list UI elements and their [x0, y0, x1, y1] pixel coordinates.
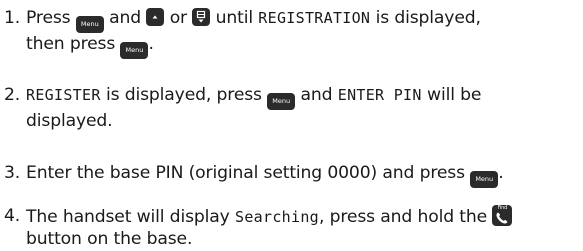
lcd-text: REGISTRATION: [258, 9, 371, 27]
text: The handset will display: [26, 207, 230, 227]
text: is displayed, press: [105, 85, 262, 105]
step-text: REGISTER is displayed, press Menu and EN…: [26, 84, 583, 132]
text: will be: [427, 85, 482, 105]
step-line: Enter the base PIN (original setting 000…: [26, 162, 583, 188]
step-line: button on the base.: [26, 228, 583, 250]
text: button on the base.: [26, 229, 193, 249]
lcd-text: REGISTER: [26, 86, 101, 104]
step-number: 4.: [4, 206, 21, 226]
step-text: The handset will display Searching, pres…: [26, 205, 583, 250]
text: .: [498, 163, 504, 183]
text: and: [109, 8, 142, 28]
menu-button-icon: Menu: [120, 42, 149, 59]
up-arrow-icon: [146, 8, 165, 26]
menu-button-icon: Menu: [75, 16, 104, 33]
text: displayed.: [26, 111, 113, 131]
step-line: REGISTER is displayed, press Menu and EN…: [26, 84, 583, 110]
step-line: displayed.: [26, 110, 583, 132]
instruction-steps: 1. Press Menu and or until REGISTRATION …: [0, 0, 583, 251]
text: .: [148, 34, 154, 54]
text: is displayed,: [375, 8, 481, 28]
text: Press: [26, 8, 71, 28]
step-number: 1.: [4, 8, 21, 28]
menu-button-icon: Menu: [470, 171, 499, 188]
lcd-text: Searching: [235, 208, 319, 226]
step-number: 3.: [4, 163, 21, 183]
text: until: [215, 8, 253, 28]
step-line: The handset will display Searching, pres…: [26, 205, 583, 228]
menu-button-icon: Menu: [267, 93, 296, 110]
text: then press: [26, 34, 116, 54]
text: or: [169, 8, 187, 28]
text: Enter the base PIN (original setting 000…: [26, 163, 465, 183]
step-line: then press Menu.: [26, 33, 583, 59]
step-line: Press Menu and or until REGISTRATION is …: [26, 7, 583, 33]
find-phone-icon: Find: [492, 205, 513, 226]
text: and: [300, 85, 333, 105]
lcd-text: ENTER PIN: [337, 86, 422, 104]
step-number: 2.: [4, 85, 21, 105]
text: , press and hold the: [318, 207, 488, 227]
step-text: Enter the base PIN (original setting 000…: [26, 162, 583, 188]
down-arrow-icon: [192, 8, 211, 26]
step-text: Press Menu and or until REGISTRATION is …: [26, 7, 583, 59]
